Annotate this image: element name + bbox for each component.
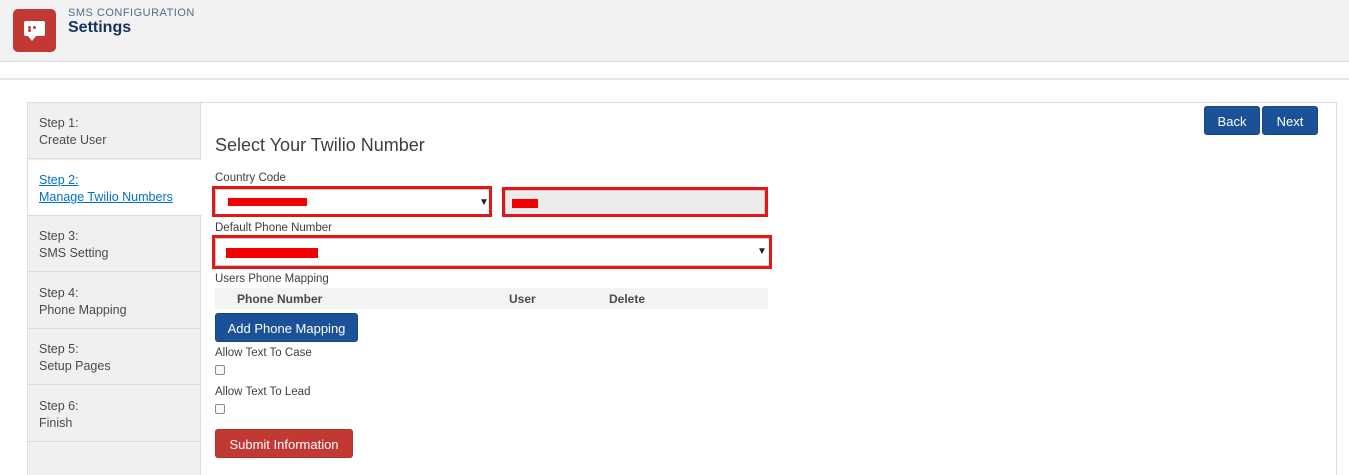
page-header: SMS CONFIGURATION Settings (0, 0, 1349, 62)
step-number: Step 2: (39, 173, 79, 187)
page-title: Settings (68, 19, 132, 36)
step-label: Setup Pages (39, 359, 111, 373)
step-sms-setting[interactable]: Step 3: SMS Setting (28, 216, 201, 272)
allow-text-to-case-label: Allow Text To Case (215, 347, 312, 359)
header-subtitle: SMS CONFIGURATION (68, 7, 195, 19)
default-phone-label: Default Phone Number (215, 222, 332, 234)
next-button[interactable]: Next (1262, 106, 1318, 135)
highlight-outline (502, 187, 768, 217)
allow-text-to-lead-label: Allow Text To Lead (215, 386, 311, 398)
step-create-user[interactable]: Step 1: Create User (28, 103, 201, 159)
step-phone-mapping[interactable]: Step 4: Phone Mapping (28, 273, 201, 329)
step-label: Manage Twilio Numbers (39, 190, 173, 204)
header-divider (0, 78, 1349, 80)
submit-information-button[interactable]: Submit Information (215, 429, 353, 458)
step-label: SMS Setting (39, 246, 109, 260)
column-phone-number: Phone Number (237, 292, 323, 306)
highlight-outline (212, 235, 772, 269)
column-user: User (509, 292, 536, 306)
add-phone-mapping-button[interactable]: Add Phone Mapping (215, 313, 358, 342)
step-number: Step 1: (39, 116, 79, 130)
wizard-steps-sidebar: Step 1: Create User Step 2: Manage Twili… (28, 103, 202, 475)
step-number: Step 3: (39, 229, 79, 243)
step-label: Phone Mapping (39, 303, 127, 317)
users-mapping-label: Users Phone Mapping (215, 273, 329, 285)
section-title: Select Your Twilio Number (215, 135, 425, 155)
allow-text-to-lead-checkbox[interactable] (215, 404, 225, 414)
step-number: Step 6: (39, 399, 79, 413)
phone-mapping-table-header: Phone Number User Delete (215, 288, 768, 309)
chat-bubble-icon (13, 9, 56, 52)
step-setup-pages[interactable]: Step 5: Setup Pages (28, 329, 201, 385)
step-label: Finish (39, 416, 73, 430)
column-delete: Delete (609, 292, 646, 306)
step-label: Create User (39, 133, 107, 147)
allow-text-to-case-checkbox[interactable] (215, 365, 225, 375)
highlight-outline (212, 186, 492, 217)
back-button[interactable]: Back (1204, 106, 1260, 135)
country-code-label: Country Code (215, 172, 286, 184)
step-number: Step 5: (39, 342, 79, 356)
step-manage-twilio-numbers[interactable]: Step 2: Manage Twilio Numbers (28, 160, 202, 216)
step-number: Step 4: (39, 286, 79, 300)
step-finish[interactable]: Step 6: Finish (28, 386, 201, 442)
